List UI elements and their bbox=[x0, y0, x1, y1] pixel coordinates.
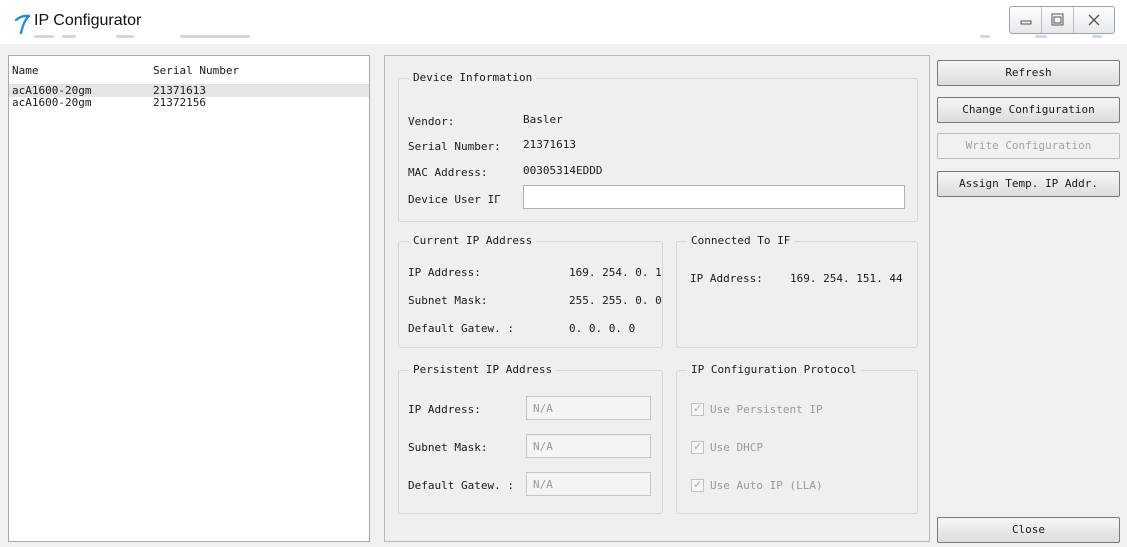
persistent-ip-group: Persistent IP Address IP Address: N/A Su… bbox=[398, 363, 663, 514]
close-button[interactable]: Close bbox=[937, 517, 1120, 543]
current-ip-group: Current IP Address IP Address: 169. 254.… bbox=[398, 234, 663, 348]
group-title: Current IP Address bbox=[409, 234, 537, 247]
persistent-ip-label: IP Address: bbox=[408, 403, 481, 416]
current-mask-value: 255. 255. 0. 0 bbox=[569, 294, 662, 307]
group-title: IP Configuration Protocol bbox=[687, 363, 861, 376]
minimize-icon bbox=[1020, 20, 1032, 25]
device-details-panel: Device Information Vendor: Basler Serial… bbox=[384, 55, 930, 542]
device-list[interactable]: Name Serial Number acA1600-20gm 21371613… bbox=[8, 55, 370, 542]
persistent-gateway-input[interactable]: N/A bbox=[526, 472, 651, 496]
use-persistent-ip-checkbox[interactable] bbox=[691, 402, 704, 416]
title-decoration bbox=[1035, 35, 1047, 38]
current-mask-label: Subnet Mask: bbox=[408, 294, 488, 307]
table-row[interactable]: acA1600-20gm 21372156 bbox=[9, 97, 369, 109]
persistent-mask-label: Subnet Mask: bbox=[408, 441, 488, 454]
title-decoration bbox=[62, 35, 76, 38]
write-configuration-button[interactable]: Write Configuration bbox=[937, 133, 1120, 159]
use-persistent-ip-label: Use Persistent IP bbox=[710, 403, 823, 416]
group-title: Persistent IP Address bbox=[409, 363, 557, 376]
persistent-gateway-label: Default Gatew. : bbox=[408, 479, 514, 492]
maximize-button[interactable] bbox=[1042, 7, 1074, 33]
current-ip-label: IP Address: bbox=[408, 266, 481, 279]
current-gateway-label: Default Gatew. : bbox=[408, 322, 514, 335]
device-serial: 21372156 bbox=[153, 96, 206, 109]
connected-if-group: Connected To IF IP Address: 169. 254. 15… bbox=[676, 234, 918, 348]
vendor-value: Basler bbox=[523, 113, 563, 126]
title-decoration bbox=[1092, 35, 1102, 38]
use-auto-ip-checkbox[interactable] bbox=[691, 478, 704, 492]
persistent-ip-input[interactable]: N/A bbox=[526, 396, 651, 420]
close-window-button[interactable] bbox=[1074, 7, 1114, 33]
vendor-label: Vendor: bbox=[408, 115, 455, 128]
use-auto-ip-label: Use Auto IP (LLA) bbox=[710, 479, 823, 492]
use-dhcp-label: Use DHCP bbox=[710, 441, 763, 454]
current-gateway-value: 0. 0. 0. 0 bbox=[569, 322, 636, 335]
group-title: Device Information bbox=[409, 71, 537, 84]
connected-ip-value: 169. 254. 151. 44 bbox=[790, 272, 903, 285]
ip-protocol-group: IP Configuration Protocol Use Persistent… bbox=[676, 363, 918, 514]
app-logo-icon bbox=[14, 14, 30, 34]
device-name: acA1600-20gm bbox=[12, 96, 92, 109]
title-decoration bbox=[980, 35, 990, 38]
use-dhcp-checkbox[interactable] bbox=[691, 440, 704, 454]
serial-value: 21371613 bbox=[523, 138, 576, 151]
persistent-mask-value: N/A bbox=[533, 440, 553, 453]
title-decoration bbox=[116, 35, 134, 38]
minimize-button[interactable] bbox=[1010, 7, 1042, 33]
list-header: Name Serial Number bbox=[9, 56, 369, 85]
persistent-mask-input[interactable]: N/A bbox=[526, 434, 651, 458]
device-information-group: Device Information Vendor: Basler Serial… bbox=[398, 71, 918, 222]
mac-label: MAC Address: bbox=[408, 166, 488, 179]
persistent-ip-value: N/A bbox=[533, 402, 553, 415]
current-ip-value: 169. 254. 0. 1 bbox=[569, 266, 662, 279]
persistent-gateway-value: N/A bbox=[533, 478, 553, 491]
group-title: Connected To IF bbox=[687, 234, 795, 247]
column-header-serial[interactable]: Serial Number bbox=[153, 64, 239, 77]
mac-value: 00305314EDDD bbox=[523, 164, 603, 177]
title-decoration bbox=[34, 35, 54, 38]
connected-ip-label: IP Address: bbox=[690, 272, 763, 285]
refresh-button[interactable]: Refresh bbox=[937, 60, 1120, 86]
change-configuration-button[interactable]: Change Configuration bbox=[937, 97, 1120, 123]
title-decoration bbox=[180, 35, 250, 38]
column-header-name[interactable]: Name bbox=[12, 64, 39, 77]
window-controls bbox=[1009, 6, 1115, 34]
device-user-id-input[interactable] bbox=[523, 185, 905, 209]
close-icon bbox=[1088, 14, 1100, 26]
assign-temp-ip-button[interactable]: Assign Temp. IP Addr. bbox=[937, 171, 1120, 197]
title-bar bbox=[0, 0, 1127, 44]
serial-label: Serial Number: bbox=[408, 140, 501, 153]
window-title: IP Configurator bbox=[34, 12, 142, 29]
device-user-id-label: Device User IΓ bbox=[408, 193, 501, 206]
maximize-icon bbox=[1051, 13, 1064, 26]
